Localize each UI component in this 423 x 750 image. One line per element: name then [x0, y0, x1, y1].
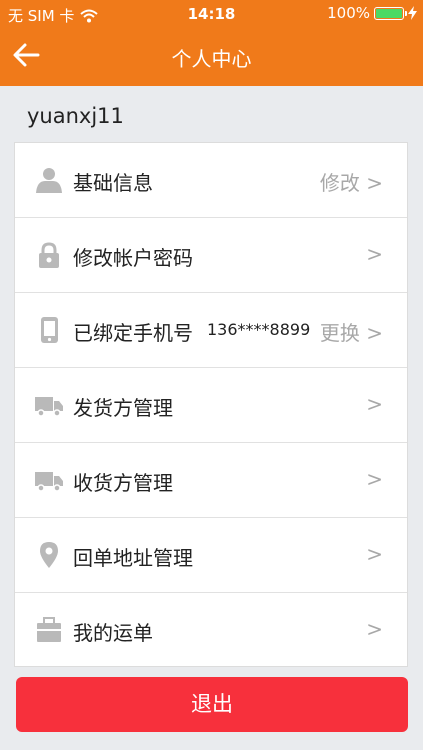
change-link[interactable]: 更换 >	[320, 317, 383, 346]
chevron-right-icon: >	[366, 617, 383, 641]
menu-item-label: 我的运单	[73, 621, 153, 645]
phone-number: 136****8899	[207, 320, 311, 339]
location-pin-icon	[40, 542, 58, 568]
menu-item-label: 回单地址管理	[73, 546, 193, 570]
top-bar: 无 SIM 卡 14:18 100% 个人中心	[0, 0, 423, 86]
phone-icon	[41, 317, 58, 343]
menu-item-change-password[interactable]: 修改帐户密码 >	[15, 218, 407, 293]
menu-item-label: 基础信息	[73, 171, 153, 195]
truck-icon	[35, 472, 63, 492]
menu-item-label: 收货方管理	[73, 471, 173, 495]
user-icon	[36, 168, 62, 193]
briefcase-icon	[37, 617, 61, 642]
menu-item-my-waybills[interactable]: 我的运单 >	[15, 593, 407, 666]
logout-button[interactable]: 退出	[16, 677, 408, 732]
chevron-right-icon: >	[366, 392, 383, 416]
edit-link[interactable]: 修改 >	[320, 167, 383, 196]
menu-list: 基础信息 修改 > 修改帐户密码 > 已绑定手机号 136****8899 更换…	[14, 142, 408, 667]
menu-item-basic-info[interactable]: 基础信息 修改 >	[15, 143, 407, 218]
page-title: 个人中心	[171, 47, 252, 71]
menu-item-shipper-management[interactable]: 发货方管理 >	[15, 368, 407, 443]
status-bar: 无 SIM 卡 14:18 100%	[0, 0, 423, 28]
battery-percent: 100%	[327, 4, 370, 22]
username: yuanxj11	[27, 104, 124, 128]
nav-bar: 个人中心	[0, 28, 423, 86]
menu-item-label: 修改帐户密码	[73, 246, 193, 270]
chevron-right-icon: >	[366, 542, 383, 566]
chevron-right-icon: >	[366, 467, 383, 491]
menu-item-label: 发货方管理	[73, 396, 173, 420]
menu-item-consignee-management[interactable]: 收货方管理 >	[15, 443, 407, 518]
truck-icon	[35, 397, 63, 417]
bolt-icon	[408, 6, 417, 20]
lock-icon	[39, 242, 59, 268]
menu-item-label: 已绑定手机号	[73, 321, 193, 345]
battery-icon	[374, 6, 407, 20]
battery-level	[376, 8, 402, 18]
status-right: 100%	[327, 4, 417, 22]
menu-item-receipt-address-management[interactable]: 回单地址管理 >	[15, 518, 407, 593]
menu-item-bound-phone[interactable]: 已绑定手机号 136****8899 更换 >	[15, 293, 407, 368]
chevron-right-icon: >	[366, 242, 383, 266]
